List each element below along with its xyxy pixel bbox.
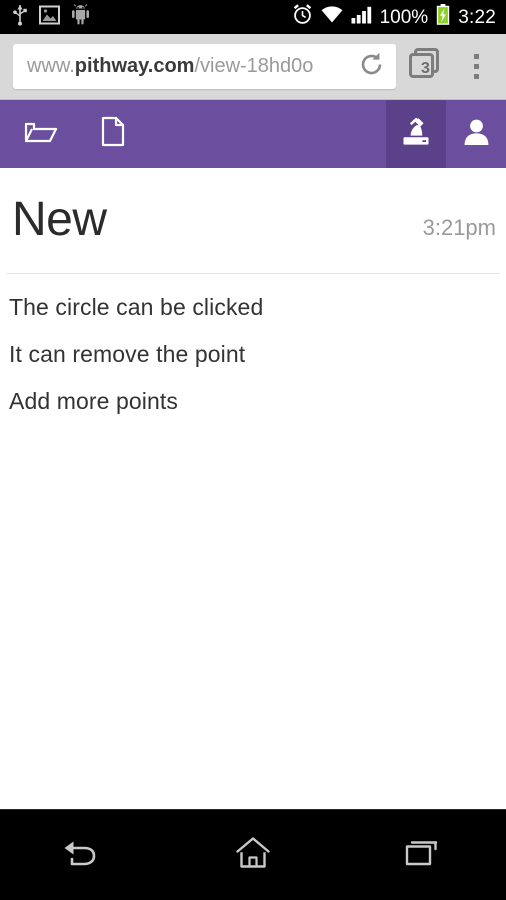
status-bar: 100% 3:22 bbox=[0, 0, 506, 34]
back-icon bbox=[62, 836, 106, 875]
note-title: New bbox=[12, 193, 107, 246]
new-document-icon bbox=[100, 116, 126, 152]
wifi-icon bbox=[321, 5, 343, 29]
home-icon bbox=[235, 836, 271, 875]
url-prefix: www. bbox=[27, 55, 75, 77]
microscope-button[interactable] bbox=[386, 100, 446, 168]
note-header: New 3:21pm bbox=[0, 168, 506, 247]
user-account-button[interactable] bbox=[446, 100, 506, 168]
battery-percent-label: 100% bbox=[379, 6, 429, 28]
note-line[interactable]: The circle can be clicked bbox=[9, 296, 496, 319]
tab-switcher-button[interactable]: 3 bbox=[396, 39, 452, 95]
note-body: The circle can be clicked It can remove … bbox=[0, 274, 506, 413]
app-toolbar bbox=[0, 100, 506, 168]
overflow-menu-button[interactable] bbox=[452, 39, 500, 95]
url-bar[interactable]: www.pithway.com/view-18hd0o bbox=[13, 44, 396, 89]
user-account-icon bbox=[462, 117, 491, 152]
open-folder-icon bbox=[24, 118, 58, 151]
url-host: pithway.com bbox=[74, 55, 195, 77]
tab-count-label: 3 bbox=[421, 60, 430, 77]
status-bar-left-icons bbox=[12, 4, 90, 31]
menu-dot-2 bbox=[473, 64, 479, 69]
note-line[interactable]: It can remove the point bbox=[9, 343, 496, 366]
microscope-icon bbox=[399, 116, 433, 153]
battery-charging-icon bbox=[436, 4, 450, 30]
url-text[interactable]: www.pithway.com/view-18hd0o bbox=[27, 55, 354, 78]
android-navigation-bar bbox=[0, 809, 506, 900]
menu-dot-3 bbox=[473, 74, 479, 79]
nav-home-button[interactable] bbox=[193, 810, 313, 900]
reload-button[interactable] bbox=[354, 50, 388, 84]
screenshot-image-icon bbox=[39, 5, 60, 30]
note-line[interactable]: Add more points bbox=[9, 390, 496, 413]
menu-dot-1 bbox=[473, 54, 479, 59]
reload-icon bbox=[358, 51, 385, 83]
url-path: /view-18hd0o bbox=[194, 55, 314, 77]
status-bar-right-icons: 100% 3:22 bbox=[292, 4, 496, 30]
overflow-menu-icon bbox=[473, 54, 479, 79]
usb-icon bbox=[12, 4, 28, 31]
recents-icon bbox=[404, 837, 440, 874]
android-robot-icon bbox=[71, 4, 90, 30]
note-timestamp: 3:21pm bbox=[422, 215, 496, 240]
nav-back-button[interactable] bbox=[24, 810, 144, 900]
nav-recents-button[interactable] bbox=[362, 810, 482, 900]
app-toolbar-left-group bbox=[0, 100, 126, 168]
browser-toolbar: www.pithway.com/view-18hd0o 3 bbox=[0, 34, 506, 100]
open-folder-button[interactable] bbox=[24, 118, 58, 151]
app-toolbar-spacer bbox=[126, 100, 386, 168]
status-clock: 3:22 bbox=[458, 6, 496, 28]
cellular-signal-icon bbox=[351, 6, 372, 29]
alarm-clock-icon bbox=[292, 4, 313, 30]
note-page: New 3:21pm The circle can be clicked It … bbox=[0, 168, 506, 844]
new-document-button[interactable] bbox=[100, 116, 126, 152]
